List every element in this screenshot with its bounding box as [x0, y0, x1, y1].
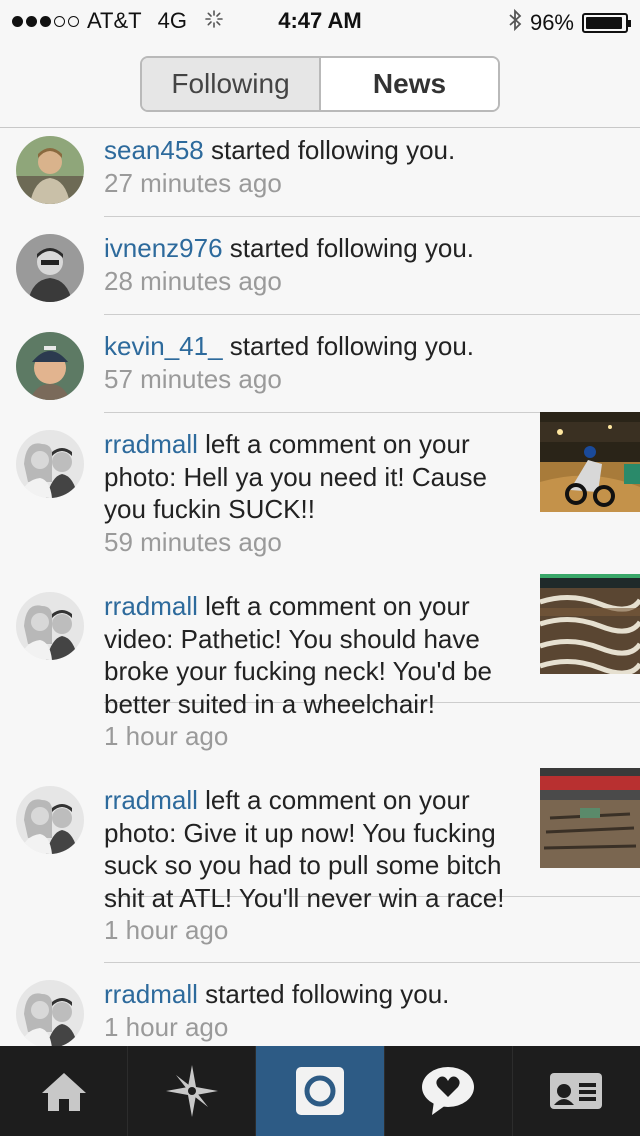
tab-camera[interactable] [256, 1046, 385, 1136]
tab-bar [0, 1046, 640, 1136]
notification-text: rradmall started following you. 1 hour a… [104, 978, 624, 1043]
notification-text: rradmall left a comment on your photo: G… [104, 784, 524, 947]
notification-text: kevin_41_ started following you. 57 minu… [104, 330, 624, 395]
status-right: 96% [508, 8, 631, 38]
person-light-icon [16, 136, 84, 204]
notification-action: started following you. [222, 331, 475, 361]
username-link[interactable]: rradmall [104, 785, 198, 815]
username-link[interactable]: rradmall [104, 979, 198, 1009]
explore-star-icon [165, 1065, 218, 1117]
avatar[interactable] [16, 136, 84, 204]
username-link[interactable]: ivnenz976 [104, 233, 223, 263]
timestamp: 59 minutes ago [104, 526, 282, 557]
bluetooth-icon [508, 8, 522, 38]
news-feed[interactable]: sean458 started following you. 27 minute… [0, 128, 640, 1046]
feed-segmented-control: Following News [140, 56, 500, 112]
notification-action: started following you. [203, 135, 456, 165]
notification-text: rradmall left a comment on your photo: H… [104, 428, 524, 558]
notification-text: ivnenz976 started following you. 28 minu… [104, 232, 624, 297]
heart-bubble-icon [422, 1067, 475, 1115]
notification-text: sean458 started following you. 27 minute… [104, 134, 624, 199]
avatar[interactable] [16, 234, 84, 302]
username-link[interactable]: sean458 [104, 135, 204, 165]
home-icon [41, 1073, 86, 1111]
battery-percent: 96% [529, 10, 574, 35]
avatar[interactable] [16, 430, 84, 498]
camera-icon [296, 1067, 344, 1115]
username-link[interactable]: rradmall [104, 591, 198, 621]
couple-icon [16, 980, 84, 1046]
username-link[interactable]: kevin_41_ [104, 331, 223, 361]
stadium-photo [540, 768, 640, 868]
avatar[interactable] [16, 592, 84, 660]
tab-following[interactable]: Following [142, 58, 321, 110]
tab-home[interactable] [0, 1046, 129, 1136]
child-cap-icon [16, 332, 84, 400]
timestamp: 1 hour ago [104, 721, 229, 751]
timestamp: 27 minutes ago [104, 167, 282, 198]
notification-action: started following you. [222, 233, 475, 263]
tab-news[interactable]: News [321, 58, 498, 110]
couple-icon [16, 592, 84, 660]
battery-icon [582, 13, 631, 33]
track-video [540, 574, 640, 674]
tab-explore[interactable] [128, 1046, 257, 1136]
photo-thumbnail[interactable] [540, 412, 640, 512]
status-bar: AT&T 4G 4:47 AM 96% [0, 0, 640, 40]
notification-action: started following you. [197, 979, 450, 1009]
avatar[interactable] [16, 980, 84, 1046]
motocross-photo [540, 412, 640, 512]
notification-text: rradmall left a comment on your video: P… [104, 590, 524, 753]
header: Following News [0, 40, 640, 128]
avatar[interactable] [16, 332, 84, 400]
couple-icon [16, 786, 84, 854]
profile-card-icon [550, 1073, 603, 1109]
timestamp: 1 hour ago [104, 1011, 229, 1042]
timestamp: 57 minutes ago [104, 363, 282, 394]
video-thumbnail[interactable] [540, 574, 640, 674]
avatar[interactable] [16, 786, 84, 854]
divider [104, 216, 640, 217]
divider [104, 962, 640, 963]
tab-profile[interactable] [513, 1046, 640, 1136]
username-link[interactable]: rradmall [104, 429, 198, 459]
timestamp: 28 minutes ago [104, 265, 282, 296]
divider [104, 314, 640, 315]
couple-icon [16, 430, 84, 498]
photo-thumbnail[interactable] [540, 768, 640, 868]
tab-activity[interactable] [385, 1046, 513, 1136]
timestamp: 1 hour ago [104, 915, 229, 945]
person-bw-icon [16, 234, 84, 302]
